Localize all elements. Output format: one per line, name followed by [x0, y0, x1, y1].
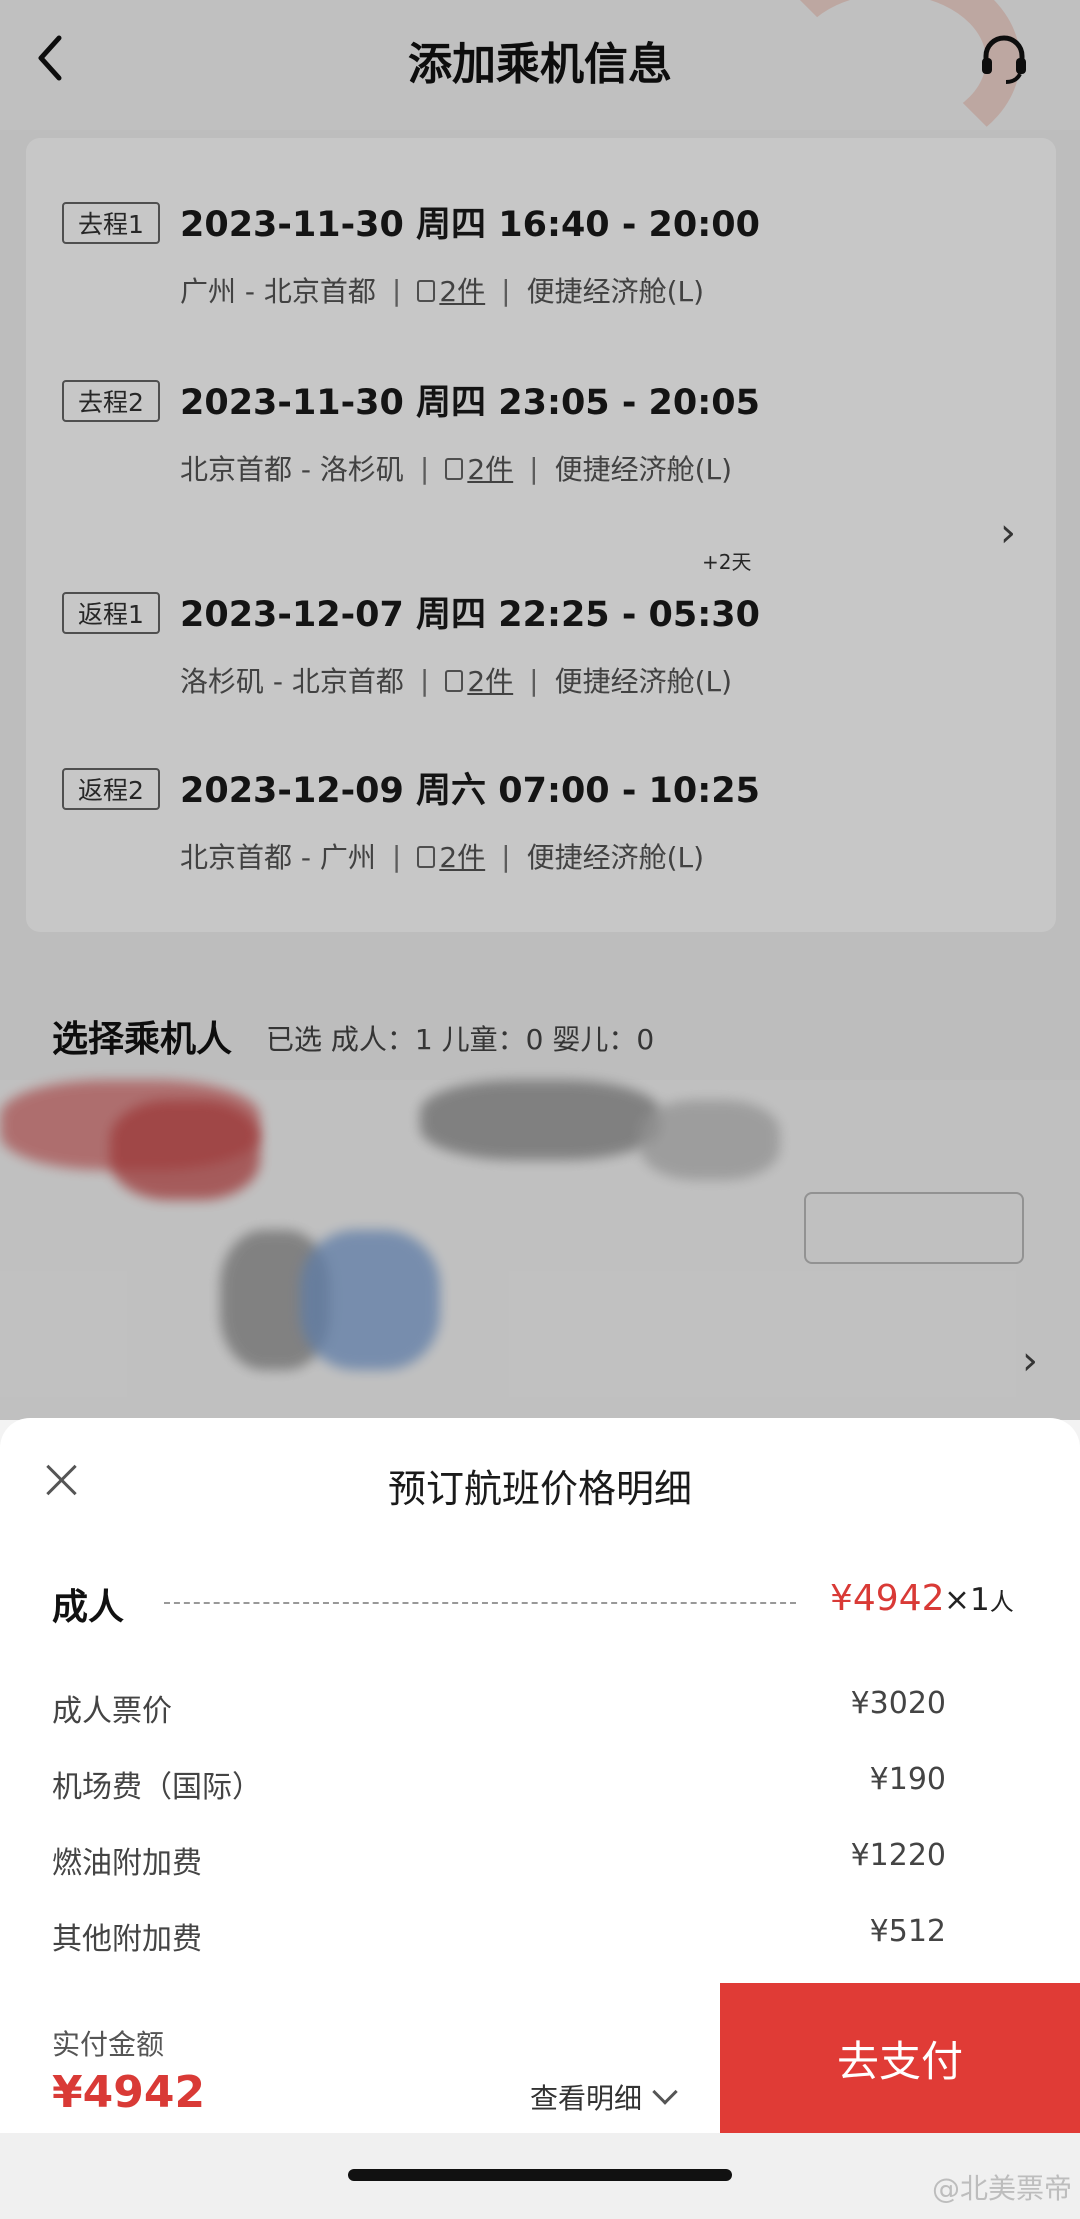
fee-value: ¥1220	[850, 1838, 946, 1873]
sheet-title: 预订航班价格明细	[387, 1467, 692, 1511]
home-indicator-area: @北美票帝	[0, 2133, 1080, 2219]
home-indicator[interactable]	[348, 2169, 732, 2181]
fee-value: ¥512	[869, 1914, 946, 1949]
paid-amount: ¥4942	[52, 2067, 206, 2118]
payment-bar: 实付金额 ¥4942 查看明细 去支付	[0, 1983, 1080, 2133]
watermark: @北美票帝	[931, 2172, 1072, 2205]
adult-price: ¥4942	[830, 1578, 945, 1619]
fee-value: ¥190	[869, 1762, 946, 1797]
fee-value: ¥3020	[850, 1686, 946, 1721]
adult-label: 成人	[52, 1587, 125, 1628]
fee-row: 成人票价 ¥3020	[52, 1686, 946, 1729]
dashed-divider	[164, 1602, 796, 1604]
paid-amount-label: 实付金额	[52, 2028, 165, 2061]
fee-label: 机场费（国际）	[52, 1770, 262, 1805]
adult-multiplier: ×1人	[944, 1582, 1014, 1618]
adult-price-row: 成人 ¥4942 ×1人	[52, 1578, 1014, 1628]
fee-label: 燃油附加费	[52, 1846, 202, 1881]
pay-button[interactable]: 去支付	[720, 1983, 1080, 2133]
multiplier-count: ×1	[944, 1582, 990, 1618]
chevron-down-icon	[652, 2079, 678, 2105]
fee-label: 成人票价	[52, 1694, 172, 1729]
price-detail-sheet: 预订航班价格明细 成人 ¥4942 ×1人 成人票价 ¥3020 机场费（国际）…	[0, 1418, 1080, 2133]
fee-row: 机场费（国际） ¥190	[52, 1762, 946, 1805]
view-details-button[interactable]: 查看明细	[530, 2077, 678, 2117]
multiplier-unit: 人	[989, 1588, 1014, 1616]
fee-row: 燃油附加费 ¥1220	[52, 1838, 946, 1881]
fee-label: 其他附加费	[52, 1922, 202, 1957]
view-details-label: 查看明细	[530, 2082, 643, 2115]
modal-overlay[interactable]	[0, 0, 1080, 1420]
fee-row: 其他附加费 ¥512	[52, 1914, 946, 1957]
